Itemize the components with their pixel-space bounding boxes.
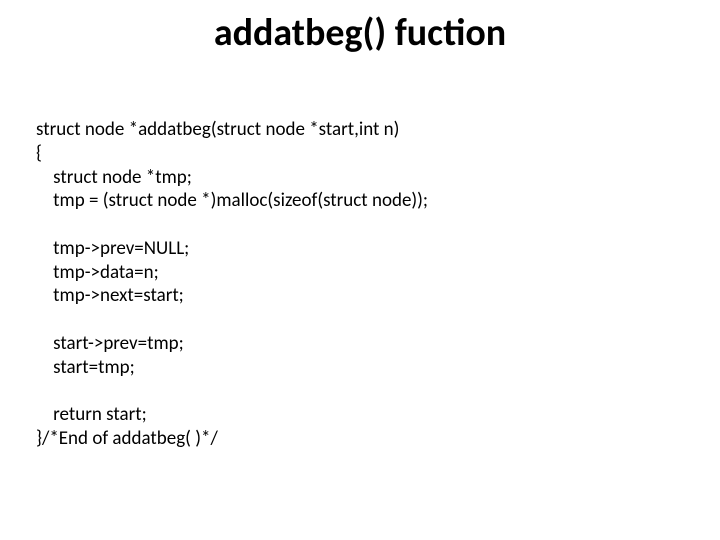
code-line: start=tmp; (36, 356, 135, 379)
code-line: tmp->next=start; (36, 284, 184, 307)
code-line: tmp = (struct node *)malloc(sizeof(struc… (36, 189, 428, 212)
slide-title: addatbeg() fuction (0, 10, 720, 56)
code-line: }/*End of addatbeg( )*/ (36, 427, 218, 450)
code-line: struct node *tmp; (36, 166, 192, 189)
slide: addatbeg() fuction struct node *addatbeg… (0, 0, 720, 540)
code-block: struct node *addatbeg(struct node *start… (36, 118, 428, 451)
code-line: start->prev=tmp; (36, 332, 184, 355)
code-line: tmp->data=n; (36, 261, 159, 284)
code-line: return start; (36, 403, 147, 426)
code-line: { (36, 142, 42, 165)
code-line: tmp->prev=NULL; (36, 237, 189, 260)
code-line: struct node *addatbeg(struct node *start… (36, 118, 399, 141)
